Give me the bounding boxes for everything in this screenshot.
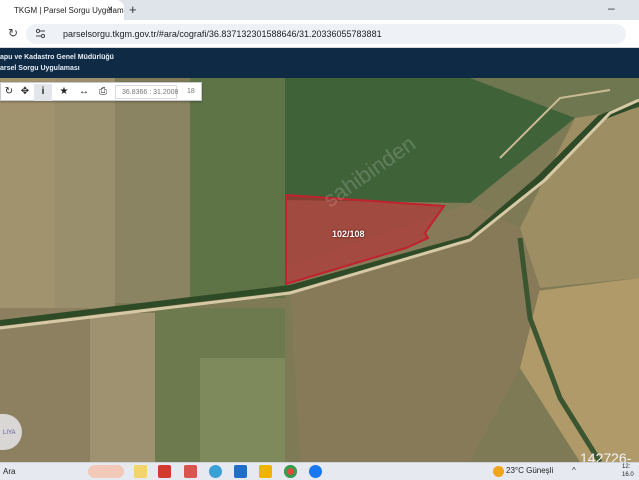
weather-widget[interactable]: 23°C Güneşli: [506, 466, 553, 475]
reload-icon[interactable]: ↻: [8, 26, 18, 40]
map-badge-text: LIYA: [3, 430, 16, 436]
chrome-icon[interactable]: [284, 465, 297, 478]
folder-icon[interactable]: [259, 465, 272, 478]
map-toolbar: ↻ ✥ i ★ ↔ ⎙ 36.8366 : 31.2008 18: [0, 82, 202, 101]
browser-tab[interactable]: TKGM | Parsel Sorgu Uygulaması: [0, 0, 124, 20]
edge-icon[interactable]: [209, 465, 222, 478]
office-icon[interactable]: [184, 465, 197, 478]
site-settings-icon[interactable]: [35, 28, 46, 39]
clock-time[interactable]: 12:: [622, 464, 630, 470]
url-text: parselsorgu.tkgm.gov.tr/#ara/cografi/36.…: [63, 29, 382, 39]
address-bar-row: ↻ parselsorgu.tkgm.gov.tr/#ara/cografi/3…: [0, 20, 639, 48]
pdf-reader-icon[interactable]: [158, 465, 171, 478]
parcel-number-label: 102/108: [332, 229, 365, 239]
satellite-map[interactable]: sahibinden 102/108 142726- LIYA: [0, 78, 639, 462]
info-tool-button[interactable]: i: [34, 84, 52, 101]
windows-taskbar: Ara 23°C Güneşli ^ 12: 16.0: [0, 462, 639, 480]
application-name: arsel Sorgu Uygulaması: [0, 65, 80, 72]
refresh-icon[interactable]: ↻: [3, 86, 15, 97]
satellite-imagery: sahibinden: [0, 78, 639, 462]
url-omnibox[interactable]: parselsorgu.tkgm.gov.tr/#ara/cografi/36.…: [26, 24, 626, 44]
app-header: apu ve Kadastro Genel Müdürlüğü arsel So…: [0, 48, 639, 78]
minimize-button[interactable]: –: [608, 1, 615, 15]
star-icon[interactable]: ★: [58, 86, 70, 97]
facebook-icon[interactable]: [309, 465, 322, 478]
tab-close-icon[interactable]: ×: [107, 4, 113, 15]
browser-window: TKGM | Parsel Sorgu Uygulaması × + – ↻ p…: [0, 0, 639, 480]
locate-icon[interactable]: ✥: [19, 86, 31, 97]
measure-icon[interactable]: ↔: [78, 86, 90, 97]
file-explorer-icon[interactable]: [134, 465, 147, 478]
outlook-icon[interactable]: [234, 465, 247, 478]
tab-strip: TKGM | Parsel Sorgu Uygulaması × + –: [0, 0, 639, 20]
copilot-icon[interactable]: [88, 465, 124, 478]
info-icon: i: [41, 86, 45, 97]
sun-icon: [493, 466, 504, 477]
new-tab-button[interactable]: +: [129, 2, 137, 17]
tray-chevron-icon[interactable]: ^: [572, 466, 576, 475]
organization-name: apu ve Kadastro Genel Müdürlüğü: [0, 54, 114, 61]
zoom-level-display: 18: [187, 88, 195, 95]
taskbar-search[interactable]: Ara: [3, 467, 15, 476]
print-icon[interactable]: ⎙: [97, 86, 109, 97]
listing-number-watermark: 142726-: [580, 450, 632, 462]
coordinate-display: 36.8366 : 31.2008: [115, 85, 178, 99]
clock-date[interactable]: 16.0: [622, 472, 634, 478]
